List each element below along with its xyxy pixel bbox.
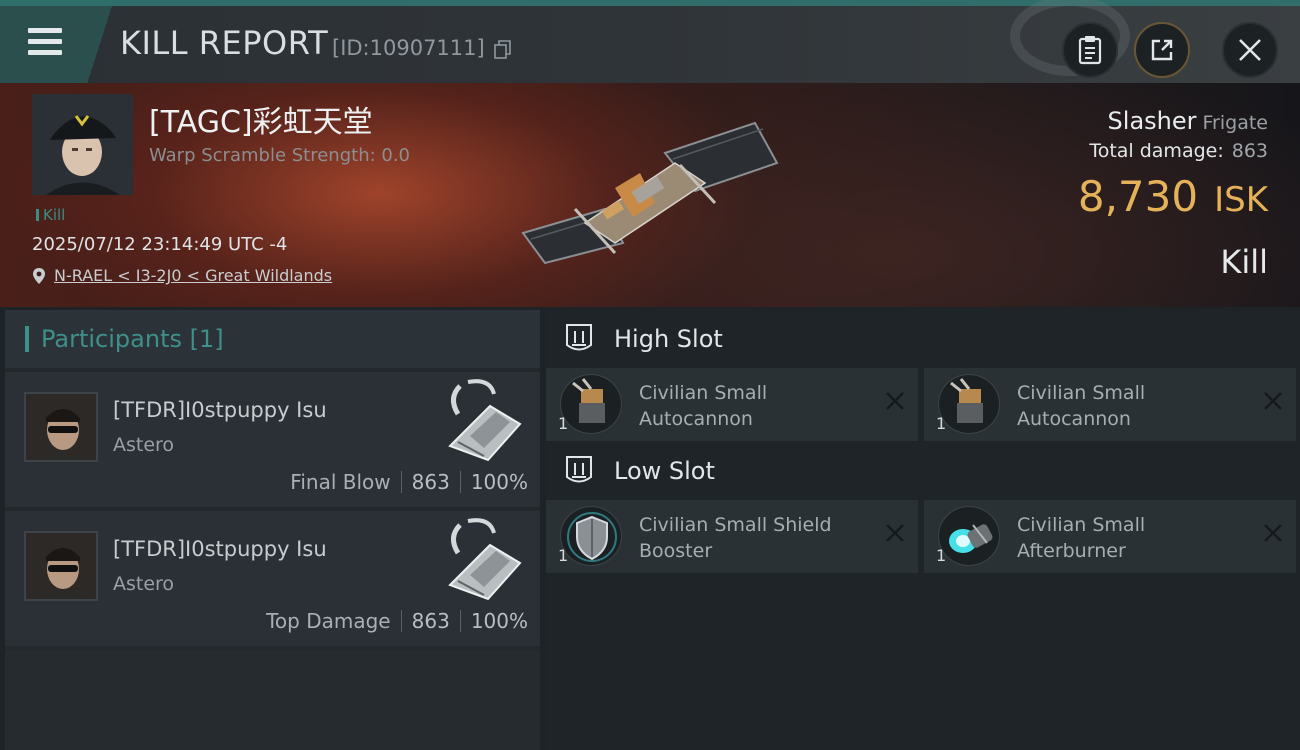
divider — [459, 610, 461, 632]
kill-outcome: Kill — [1220, 243, 1268, 281]
high-slot-label: High Slot — [614, 325, 723, 353]
participant-avatar[interactable] — [24, 531, 98, 601]
destroyed-x-icon — [1264, 524, 1282, 542]
participant-stats: Final Blow 863 100% — [290, 470, 528, 494]
module-quantity: 1 — [936, 414, 947, 433]
participant-row[interactable]: [TFDR]I0stpuppy Isu Astero Top Damage 86… — [5, 511, 540, 646]
fittings-panel: High Slot 1 Civilian Small Autocannon 1 … — [546, 310, 1300, 750]
module-name: Civilian Small Autocannon — [1017, 382, 1146, 430]
total-damage-value: 863 — [1231, 140, 1268, 162]
astero-ship-icon — [448, 379, 522, 462]
module-quantity: 1 — [558, 414, 569, 433]
share-button[interactable] — [1134, 22, 1190, 78]
victim-ship-class: Frigate — [1202, 112, 1268, 134]
location-pin-icon — [33, 267, 45, 284]
afterburner-icon — [938, 506, 1000, 566]
participant-name[interactable]: [TFDR]I0stpuppy Isu — [113, 537, 327, 561]
isk-value: 8,730 ISK — [1078, 172, 1268, 221]
isk-unit: ISK — [1214, 180, 1268, 220]
victim-ship-name: Slasher — [1107, 107, 1197, 135]
module-quantity: 1 — [558, 546, 569, 565]
hamburger-icon — [28, 28, 62, 61]
victim-ship[interactable]: Slasher Frigate — [1108, 107, 1268, 135]
module-card[interactable]: 1 Civilian Small Afterburner — [924, 500, 1296, 573]
divider — [400, 610, 402, 632]
low-slot-label: Low Slot — [614, 457, 715, 485]
participant-portrait — [26, 533, 96, 599]
kill-timestamp: 2025/07/12 23:14:49 UTC -4 — [32, 234, 288, 255]
participant-avatar[interactable] — [24, 392, 98, 462]
participants-empty-area — [5, 650, 540, 750]
low-slot-header: Low Slot — [546, 442, 1300, 500]
isk-amount: 8,730 — [1077, 172, 1199, 221]
close-button[interactable] — [1222, 22, 1278, 78]
module-name: Civilian Small Afterburner — [1017, 514, 1146, 562]
participant-ship: Astero — [113, 434, 175, 456]
victim-ship-image — [521, 121, 779, 265]
participants-panel: Participants [1] [TFDR]I0stpuppy Isu Ast… — [5, 310, 540, 750]
participants-count: [1] — [189, 325, 224, 353]
divider — [400, 471, 402, 493]
victim-avatar[interactable] — [32, 94, 133, 195]
clipboard-button[interactable] — [1062, 22, 1118, 78]
astero-ship-icon — [448, 518, 522, 601]
destroyed-x-icon — [886, 524, 904, 542]
location-text[interactable]: N-RAEL < I3-2J0 < Great Wildlands — [54, 266, 332, 285]
victim-name[interactable]: [TAGC]彩虹天堂 — [149, 97, 373, 141]
participant-portrait — [26, 394, 96, 460]
module-card[interactable]: 1 Civilian Small Shield Booster — [546, 500, 918, 573]
total-damage: Total damage: 863 — [1089, 140, 1268, 162]
module-card[interactable]: 1 Civilian Small Autocannon — [924, 368, 1296, 441]
participant-row[interactable]: [TFDR]I0stpuppy Isu Astero Final Blow 86… — [5, 372, 540, 507]
warp-scramble-strength: Warp Scramble Strength: 0.0 — [149, 145, 411, 166]
victim-banner: [TAGC]彩虹天堂 Warp Scramble Strength: 0.0 K… — [0, 83, 1300, 307]
autocannon-icon — [938, 374, 1000, 434]
participant-name[interactable]: [TFDR]I0stpuppy Isu — [113, 398, 327, 422]
low-slot-icon — [566, 456, 592, 483]
shield-booster-icon — [560, 506, 622, 566]
title-bar: KILL REPORT [ID:10907111] — [0, 0, 1300, 83]
participant-percent: 100% — [470, 470, 528, 494]
module-name: Civilian Small Shield Booster — [639, 514, 832, 562]
participant-role: Top Damage — [266, 609, 391, 633]
victim-portrait — [32, 94, 133, 195]
report-id: [ID:10907111] — [332, 36, 485, 60]
destroyed-x-icon — [1264, 392, 1282, 410]
high-slot-icon — [566, 324, 592, 351]
kill-location[interactable]: N-RAEL < I3-2J0 < Great Wildlands — [32, 266, 332, 285]
divider — [459, 471, 461, 493]
destroyed-x-icon — [886, 392, 904, 410]
share-icon — [1151, 39, 1173, 61]
clipboard-icon — [1078, 36, 1102, 65]
participant-stats: Top Damage 863 100% — [266, 609, 528, 633]
total-damage-label: Total damage: — [1089, 140, 1224, 162]
participant-role: Final Blow — [290, 470, 391, 494]
autocannon-icon — [560, 374, 622, 434]
participants-label: Participants — [41, 325, 182, 353]
module-name: Civilian Small Autocannon — [639, 382, 768, 430]
high-slot-header: High Slot — [546, 310, 1300, 368]
module-card[interactable]: 1 Civilian Small Autocannon — [546, 368, 918, 441]
participant-ship: Astero — [113, 573, 175, 595]
menu-button[interactable] — [0, 6, 112, 83]
kill-tag: Kill — [36, 206, 65, 224]
participant-damage: 863 — [411, 609, 450, 633]
page-title: KILL REPORT — [120, 24, 329, 62]
participant-damage: 863 — [411, 470, 450, 494]
participants-header: Participants [1] — [5, 310, 540, 368]
close-icon — [1239, 39, 1261, 61]
module-quantity: 1 — [936, 546, 947, 565]
copy-icon[interactable] — [494, 40, 512, 60]
participant-percent: 100% — [470, 609, 528, 633]
